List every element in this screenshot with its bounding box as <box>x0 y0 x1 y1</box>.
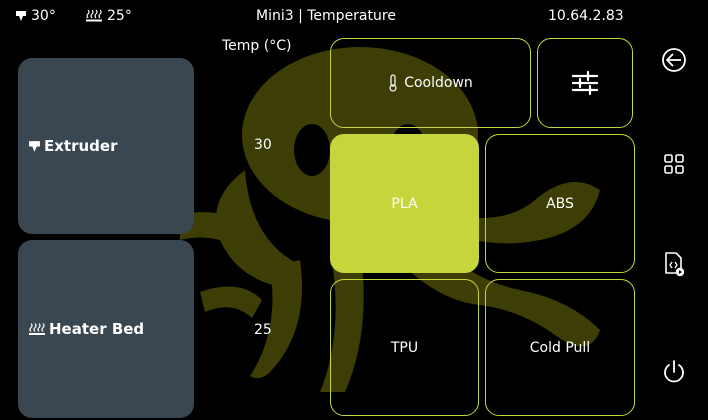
preset-cold-pull-button[interactable]: Cold Pull <box>485 279 635 416</box>
preset-abs-button[interactable]: ABS <box>485 134 635 273</box>
heater-bed-button[interactable]: Heater Bed <box>18 240 194 418</box>
page-title: Mini3 | Temperature <box>256 8 396 24</box>
preset-pla-button[interactable]: PLA <box>330 134 479 273</box>
cooldown-button[interactable]: Cooldown <box>330 38 531 128</box>
status-bar: 30° 25° Mini3 | Temperature 10.64.2.83 <box>0 0 708 34</box>
thermometer-icon <box>389 74 397 92</box>
extruder-heater-label-group: Extruder <box>28 137 117 155</box>
extruder-heater-button[interactable]: Extruder <box>18 58 194 234</box>
temp-column-header: Temp (°C) <box>222 38 292 54</box>
heater-bed-label: Heater Bed <box>49 320 145 338</box>
menu-button[interactable] <box>652 142 696 186</box>
cooldown-label: Cooldown <box>404 75 473 91</box>
sliders-icon <box>571 70 599 96</box>
back-icon <box>662 48 686 72</box>
preset-pla-label: PLA <box>391 195 418 212</box>
power-icon <box>664 360 684 383</box>
heater-bed-icon <box>29 322 45 335</box>
bed-temp: 25° <box>107 8 132 24</box>
extruder-temp: 30° <box>31 8 56 24</box>
back-button[interactable] <box>652 38 696 82</box>
extruder-status: 30° <box>15 8 56 24</box>
extruder-icon <box>16 11 26 21</box>
power-button[interactable] <box>652 350 696 394</box>
preset-cold-pull-label: Cold Pull <box>529 339 591 356</box>
heater-bed-icon <box>86 9 102 22</box>
heater-bed-temp-value: 25 <box>254 322 272 338</box>
extruder-icon <box>29 140 40 152</box>
preset-abs-label: ABS <box>546 195 574 212</box>
heater-bed-label-group: Heater Bed <box>28 320 144 338</box>
preset-tpu-button[interactable]: TPU <box>330 279 479 416</box>
file-icon <box>665 252 685 277</box>
extruder-label: Extruder <box>44 137 118 155</box>
ip-address: 10.64.2.83 <box>548 8 624 24</box>
menu-grid-icon <box>664 154 684 174</box>
print-file-button[interactable] <box>652 242 696 286</box>
extruder-temp-value: 30 <box>254 137 272 153</box>
temperature-settings-button[interactable] <box>537 38 633 128</box>
preset-tpu-label: TPU <box>390 339 419 356</box>
bed-status: 25° <box>85 8 132 24</box>
